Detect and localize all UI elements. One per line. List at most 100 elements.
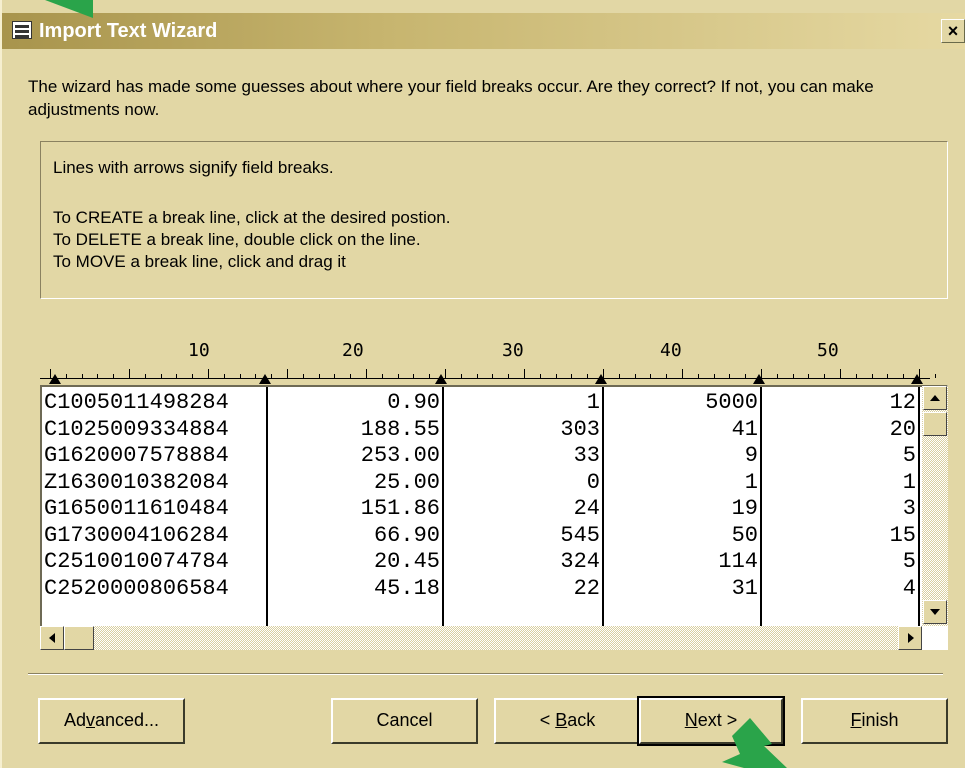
ruler-tick (334, 374, 336, 378)
instruction-line-arrows: Lines with arrows signify field breaks. (53, 158, 334, 177)
preview-cell: 66.90 (373, 522, 440, 548)
vertical-scroll-thumb[interactable] (923, 412, 947, 436)
preview-cell: G1730004106284 (44, 522, 229, 548)
ruler-tick (445, 369, 446, 378)
ruler-tick (223, 374, 225, 378)
preview-cell: 9 (744, 443, 758, 468)
intro-text: The wizard has made some guesses about w… (28, 77, 874, 119)
preview-cell: 188.55 (360, 416, 440, 442)
instructions-box: Lines with arrows signify field breaks. … (40, 141, 948, 299)
ruler-tick (208, 369, 209, 378)
scroll-right-button[interactable] (898, 626, 922, 650)
field-break-line[interactable] (918, 387, 920, 627)
horizontal-scroll-thumb[interactable] (64, 626, 94, 650)
ruler-tick (934, 374, 936, 378)
break-arrow-icon[interactable] (911, 374, 923, 384)
preview-cell: 5000 (705, 390, 758, 415)
ruler-tick (65, 374, 67, 378)
ruler-tick (508, 374, 510, 378)
ruler-tick (129, 369, 130, 378)
scroll-up-button[interactable] (923, 386, 947, 410)
ruler-tick (97, 374, 99, 378)
ruler-tick (666, 374, 668, 378)
ruler-tick (761, 369, 762, 378)
break-arrow-icon[interactable] (259, 374, 271, 384)
advanced-button[interactable]: Advanced... (38, 698, 185, 744)
preview-cell: 545 (560, 522, 600, 548)
ruler-label: 40 (660, 340, 682, 361)
preview-cell: 50 (731, 522, 758, 548)
preview-cell: C1005011498284 (44, 390, 229, 415)
preview-cell: 20 (889, 416, 916, 442)
preview-cell: 25.00 (373, 469, 440, 495)
ruler-tick (192, 374, 194, 378)
ruler-tick (524, 369, 525, 378)
preview-cell: 1 (902, 469, 916, 495)
field-break-line[interactable] (442, 387, 444, 627)
ruler-tick (840, 369, 841, 378)
vertical-scrollbar[interactable] (922, 386, 948, 626)
ruler-tick (350, 374, 352, 378)
ruler-tick (539, 374, 541, 378)
break-arrow-icon[interactable] (595, 374, 607, 384)
ruler-tick (318, 374, 320, 378)
left-arrow-icon (49, 633, 55, 643)
ruler-tick (476, 374, 478, 378)
horizontal-scrollbar[interactable] (40, 626, 922, 650)
preview-cell: 5 (902, 443, 916, 468)
preview-cell: 253.00 (360, 443, 440, 468)
field-break-line[interactable] (602, 387, 604, 627)
finish-label-post: inish (861, 710, 899, 730)
ruler-tick (603, 369, 604, 378)
pointer-arrow-icon (722, 718, 787, 768)
form-icon (12, 21, 32, 39)
preview-cell: 1 (586, 390, 600, 415)
data-preview[interactable]: C1005011498284 0.90 1 5000 12 C1025009334884 1… (40, 385, 948, 650)
ruler-tick (650, 374, 652, 378)
ruler-tick (713, 374, 715, 378)
instruction-delete: To DELETE a break line, double click on … (53, 230, 421, 249)
ruler-tick (634, 374, 636, 378)
preview-cell: 33 (573, 443, 600, 468)
ruler-tick (792, 374, 794, 378)
finish-button[interactable]: Finish (801, 698, 948, 744)
ruler-label: 30 (502, 340, 524, 361)
ruler-tick (239, 374, 241, 378)
instruction-lines: To CREATE a break line, click at the des… (53, 207, 450, 273)
column-ruler[interactable]: 10 20 30 40 50 (40, 340, 936, 385)
instruction-move: To MOVE a break line, click and drag it (53, 252, 346, 271)
preview-cell: 5 (902, 549, 916, 574)
scroll-down-button[interactable] (923, 600, 947, 624)
window-title: Import Text Wizard (39, 20, 218, 42)
field-break-line[interactable] (266, 387, 268, 627)
ruler-tick (871, 374, 873, 378)
break-arrow-icon[interactable] (753, 374, 765, 384)
back-button[interactable]: < Back (494, 698, 641, 744)
preview-cell: 151.86 (360, 496, 440, 521)
ruler-tick (729, 374, 731, 378)
ruler-tick (50, 369, 51, 378)
preview-cell: 303 (560, 416, 600, 442)
ruler-tick (919, 369, 920, 378)
advanced-label-pre: Ad (63, 710, 86, 730)
ruler-tick (903, 374, 905, 378)
preview-cell: 12 (889, 390, 916, 415)
preview-cell: C1025009334884 (44, 416, 229, 442)
preview-cell: 3 (902, 496, 916, 521)
field-break-line[interactable] (760, 387, 762, 627)
preview-cell: G1650011610484 (44, 496, 229, 521)
down-arrow-icon (930, 609, 940, 615)
preview-cell: 0 (586, 469, 600, 495)
scroll-left-button[interactable] (40, 626, 64, 650)
import-text-wizard-dialog: Import Text Wizard × The wizard has made… (0, 0, 965, 768)
title-bar[interactable]: Import Text Wizard × (2, 13, 965, 49)
pointer-arrow-icon (45, 0, 93, 18)
ruler-tick (776, 374, 778, 378)
ruler-tick (144, 374, 146, 378)
ruler-line (40, 378, 930, 379)
ruler-tick (255, 374, 257, 378)
preview-cell: 24 (573, 496, 600, 521)
right-arrow-icon (908, 633, 914, 643)
close-button[interactable]: × (941, 19, 965, 43)
cancel-button[interactable]: Cancel (331, 698, 478, 744)
